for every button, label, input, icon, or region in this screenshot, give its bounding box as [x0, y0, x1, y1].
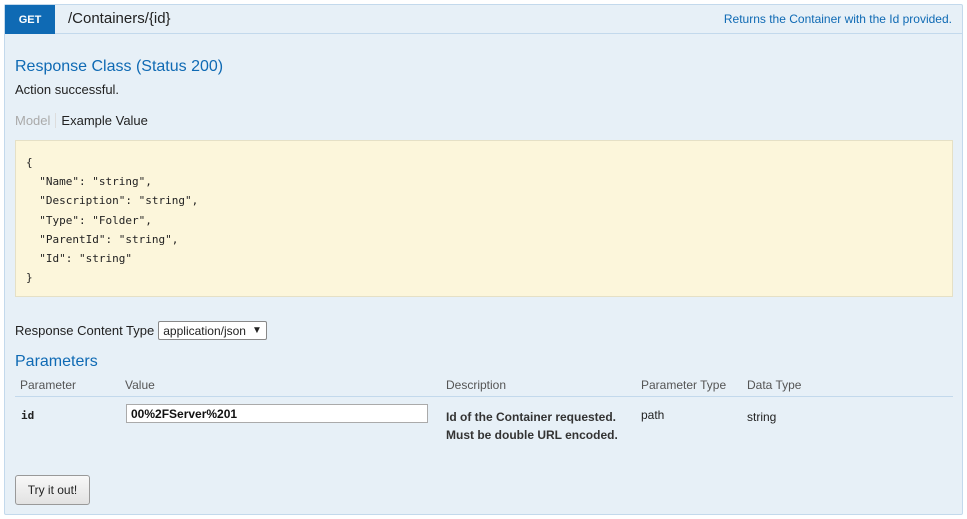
model-tabs: Model Example Value [15, 113, 148, 128]
tab-example-value[interactable]: Example Value [56, 113, 147, 128]
response-class-title: Response Class (Status 200) [15, 58, 224, 75]
table-row: id Id of the Container requested. Must b… [15, 403, 953, 463]
param-id-input[interactable] [126, 404, 428, 423]
operation-heading[interactable]: GET /Containers/{id} Returns the Contain… [5, 5, 962, 34]
response-message: Action successful. [15, 82, 120, 97]
response-content-type-row: Response Content Type application/json ▼ [15, 321, 267, 340]
header-parameter: Parameter [20, 378, 77, 392]
content-type-label: Response Content Type [15, 323, 155, 338]
param-description: Id of the Container requested. Must be d… [446, 410, 618, 442]
param-parameter-type: path [641, 408, 665, 422]
header-description: Description [446, 378, 507, 392]
example-value-snippet[interactable]: { "Name": "string", "Description": "stri… [15, 140, 953, 297]
param-data-type: string [747, 410, 777, 424]
header-value: Value [125, 378, 155, 392]
parameters-title: Parameters [15, 353, 98, 370]
operation-panel: GET /Containers/{id} Returns the Contain… [4, 4, 963, 515]
parameters-table-header: Parameter Value Description Parameter Ty… [15, 376, 953, 397]
chevron-down-icon: ▼ [251, 325, 262, 336]
endpoint-path[interactable]: /Containers/{id} [68, 10, 171, 27]
tab-model[interactable]: Model [15, 113, 57, 128]
header-parameter-type: Parameter Type [641, 378, 727, 392]
param-name: id [21, 409, 35, 422]
try-it-out-button[interactable]: Try it out! [15, 475, 90, 505]
operation-summary-link[interactable]: Returns the Container with the Id provid… [724, 12, 952, 26]
content-type-select[interactable]: application/json ▼ [158, 321, 267, 340]
content-type-selected: application/json [163, 323, 246, 338]
header-data-type: Data Type [747, 378, 802, 392]
http-method-badge[interactable]: GET [5, 5, 55, 34]
